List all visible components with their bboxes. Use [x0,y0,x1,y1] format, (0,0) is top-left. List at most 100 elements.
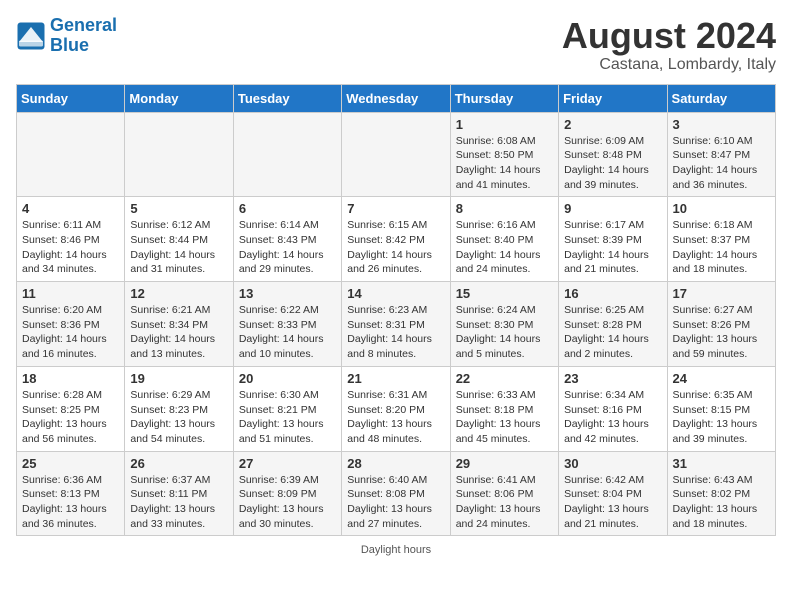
title-block: August 2024 Castana, Lombardy, Italy [562,16,776,74]
day-number: 10 [673,201,770,216]
day-number: 18 [22,371,119,386]
day-info: Sunrise: 6:16 AM Sunset: 8:40 PM Dayligh… [456,218,553,277]
day-info: Sunrise: 6:09 AM Sunset: 8:48 PM Dayligh… [564,134,661,193]
day-number: 13 [239,286,336,301]
day-number: 24 [673,371,770,386]
calendar-week-4: 18Sunrise: 6:28 AM Sunset: 8:25 PM Dayli… [17,366,776,451]
day-info: Sunrise: 6:15 AM Sunset: 8:42 PM Dayligh… [347,218,444,277]
column-header-thursday: Thursday [450,84,558,112]
day-info: Sunrise: 6:39 AM Sunset: 8:09 PM Dayligh… [239,473,336,532]
calendar-week-5: 25 Sunrise: 6:36 AM Sunset: 8:13 PM Dayli… [17,451,776,536]
calendar-cell: 18Sunrise: 6:28 AM Sunset: 8:25 PM Dayli… [17,366,125,451]
column-header-wednesday: Wednesday [342,84,450,112]
calendar-cell: 27 Sunrise: 6:39 AM Sunset: 8:09 PM Dayli… [233,451,341,536]
calendar-cell: 19 Sunrise: 6:29 AM Sunset: 8:23 PM Dayli… [125,366,233,451]
column-header-friday: Friday [559,84,667,112]
day-info: Sunrise: 6:35 AM Sunset: 8:15 PM Dayligh… [673,388,770,447]
logo-line1: General [50,15,117,35]
day-info: Sunrise: 6:23 AM Sunset: 8:31 PM Dayligh… [347,303,444,362]
day-number: 7 [347,201,444,216]
logo-text: General Blue [50,16,117,56]
day-number: 8 [456,201,553,216]
calendar-cell: 29Sunrise: 6:41 AM Sunset: 8:06 PM Dayli… [450,451,558,536]
calendar-cell: 21 Sunrise: 6:31 AM Sunset: 8:20 PM Dayli… [342,366,450,451]
day-number: 28 [347,456,444,471]
day-number: 12 [130,286,227,301]
day-number: 14 [347,286,444,301]
calendar-cell: 28 Sunrise: 6:40 AM Sunset: 8:08 PM Dayli… [342,451,450,536]
day-info: Sunrise: 6:24 AM Sunset: 8:30 PM Dayligh… [456,303,553,362]
day-number: 11 [22,286,119,301]
footer-text: Daylight hours [361,544,431,556]
day-info: Sunrise: 6:14 AM Sunset: 8:43 PM Dayligh… [239,218,336,277]
day-info: Sunrise: 6:33 AM Sunset: 8:18 PM Dayligh… [456,388,553,447]
footer-note: Daylight hours [16,544,776,556]
day-number: 30 [564,456,661,471]
day-number: 21 [347,371,444,386]
calendar-week-3: 11 Sunrise: 6:20 AM Sunset: 8:36 PM Dayli… [17,282,776,367]
day-number: 23 [564,371,661,386]
day-number: 3 [673,117,770,132]
calendar-cell [233,112,341,197]
calendar-title: August 2024 [562,16,776,56]
calendar-cell: 6 Sunrise: 6:14 AM Sunset: 8:43 PM Daylig… [233,197,341,282]
day-info: Sunrise: 6:40 AM Sunset: 8:08 PM Dayligh… [347,473,444,532]
day-number: 17 [673,286,770,301]
logo-icon [16,21,46,51]
day-info: Sunrise: 6:21 AM Sunset: 8:34 PM Dayligh… [130,303,227,362]
calendar-cell: 31Sunrise: 6:43 AM Sunset: 8:02 PM Dayli… [667,451,775,536]
calendar-cell [125,112,233,197]
calendar-header-row: SundayMondayTuesdayWednesdayThursdayFrid… [17,84,776,112]
day-number: 1 [456,117,553,132]
day-number: 25 [22,456,119,471]
day-number: 5 [130,201,227,216]
day-number: 26 [130,456,227,471]
calendar-cell: 30 Sunrise: 6:42 AM Sunset: 8:04 PM Dayli… [559,451,667,536]
day-info: Sunrise: 6:41 AM Sunset: 8:06 PM Dayligh… [456,473,553,532]
calendar-cell: 16Sunrise: 6:25 AM Sunset: 8:28 PM Dayli… [559,282,667,367]
calendar-cell: 15 Sunrise: 6:24 AM Sunset: 8:30 PM Dayli… [450,282,558,367]
column-header-tuesday: Tuesday [233,84,341,112]
day-info: Sunrise: 6:30 AM Sunset: 8:21 PM Dayligh… [239,388,336,447]
day-number: 2 [564,117,661,132]
calendar-cell: 22 Sunrise: 6:33 AM Sunset: 8:18 PM Dayli… [450,366,558,451]
calendar-cell: 8 Sunrise: 6:16 AM Sunset: 8:40 PM Daylig… [450,197,558,282]
calendar-cell: 25 Sunrise: 6:36 AM Sunset: 8:13 PM Dayli… [17,451,125,536]
day-number: 19 [130,371,227,386]
logo-line2: Blue [50,35,89,55]
calendar-cell [17,112,125,197]
day-info: Sunrise: 6:22 AM Sunset: 8:33 PM Dayligh… [239,303,336,362]
calendar-cell: 3Sunrise: 6:10 AM Sunset: 8:47 PM Daylig… [667,112,775,197]
day-info: Sunrise: 6:18 AM Sunset: 8:37 PM Dayligh… [673,218,770,277]
calendar-cell: 14 Sunrise: 6:23 AM Sunset: 8:31 PM Dayli… [342,282,450,367]
day-number: 4 [22,201,119,216]
day-info: Sunrise: 6:42 AM Sunset: 8:04 PM Dayligh… [564,473,661,532]
calendar-cell: 23Sunrise: 6:34 AM Sunset: 8:16 PM Dayli… [559,366,667,451]
day-info: Sunrise: 6:25 AM Sunset: 8:28 PM Dayligh… [564,303,661,362]
day-info: Sunrise: 6:29 AM Sunset: 8:23 PM Dayligh… [130,388,227,447]
calendar-cell: 24 Sunrise: 6:35 AM Sunset: 8:15 PM Dayli… [667,366,775,451]
day-info: Sunrise: 6:17 AM Sunset: 8:39 PM Dayligh… [564,218,661,277]
day-info: Sunrise: 6:37 AM Sunset: 8:11 PM Dayligh… [130,473,227,532]
day-number: 6 [239,201,336,216]
day-number: 20 [239,371,336,386]
calendar-subtitle: Castana, Lombardy, Italy [562,56,776,74]
calendar-cell: 1Sunrise: 6:08 AM Sunset: 8:50 PM Daylig… [450,112,558,197]
calendar-cell: 11 Sunrise: 6:20 AM Sunset: 8:36 PM Dayli… [17,282,125,367]
day-number: 9 [564,201,661,216]
calendar-cell: 7 Sunrise: 6:15 AM Sunset: 8:42 PM Daylig… [342,197,450,282]
day-info: Sunrise: 6:43 AM Sunset: 8:02 PM Dayligh… [673,473,770,532]
calendar-cell: 4 Sunrise: 6:11 AM Sunset: 8:46 PM Daylig… [17,197,125,282]
day-info: Sunrise: 6:20 AM Sunset: 8:36 PM Dayligh… [22,303,119,362]
day-info: Sunrise: 6:11 AM Sunset: 8:46 PM Dayligh… [22,218,119,277]
day-number: 27 [239,456,336,471]
day-info: Sunrise: 6:36 AM Sunset: 8:13 PM Dayligh… [22,473,119,532]
calendar-cell: 20 Sunrise: 6:30 AM Sunset: 8:21 PM Dayli… [233,366,341,451]
day-info: Sunrise: 6:12 AM Sunset: 8:44 PM Dayligh… [130,218,227,277]
day-info: Sunrise: 6:31 AM Sunset: 8:20 PM Dayligh… [347,388,444,447]
calendar-week-2: 4 Sunrise: 6:11 AM Sunset: 8:46 PM Daylig… [17,197,776,282]
calendar-cell: 12 Sunrise: 6:21 AM Sunset: 8:34 PM Dayli… [125,282,233,367]
day-number: 22 [456,371,553,386]
day-number: 15 [456,286,553,301]
calendar-cell: 26 Sunrise: 6:37 AM Sunset: 8:11 PM Dayli… [125,451,233,536]
